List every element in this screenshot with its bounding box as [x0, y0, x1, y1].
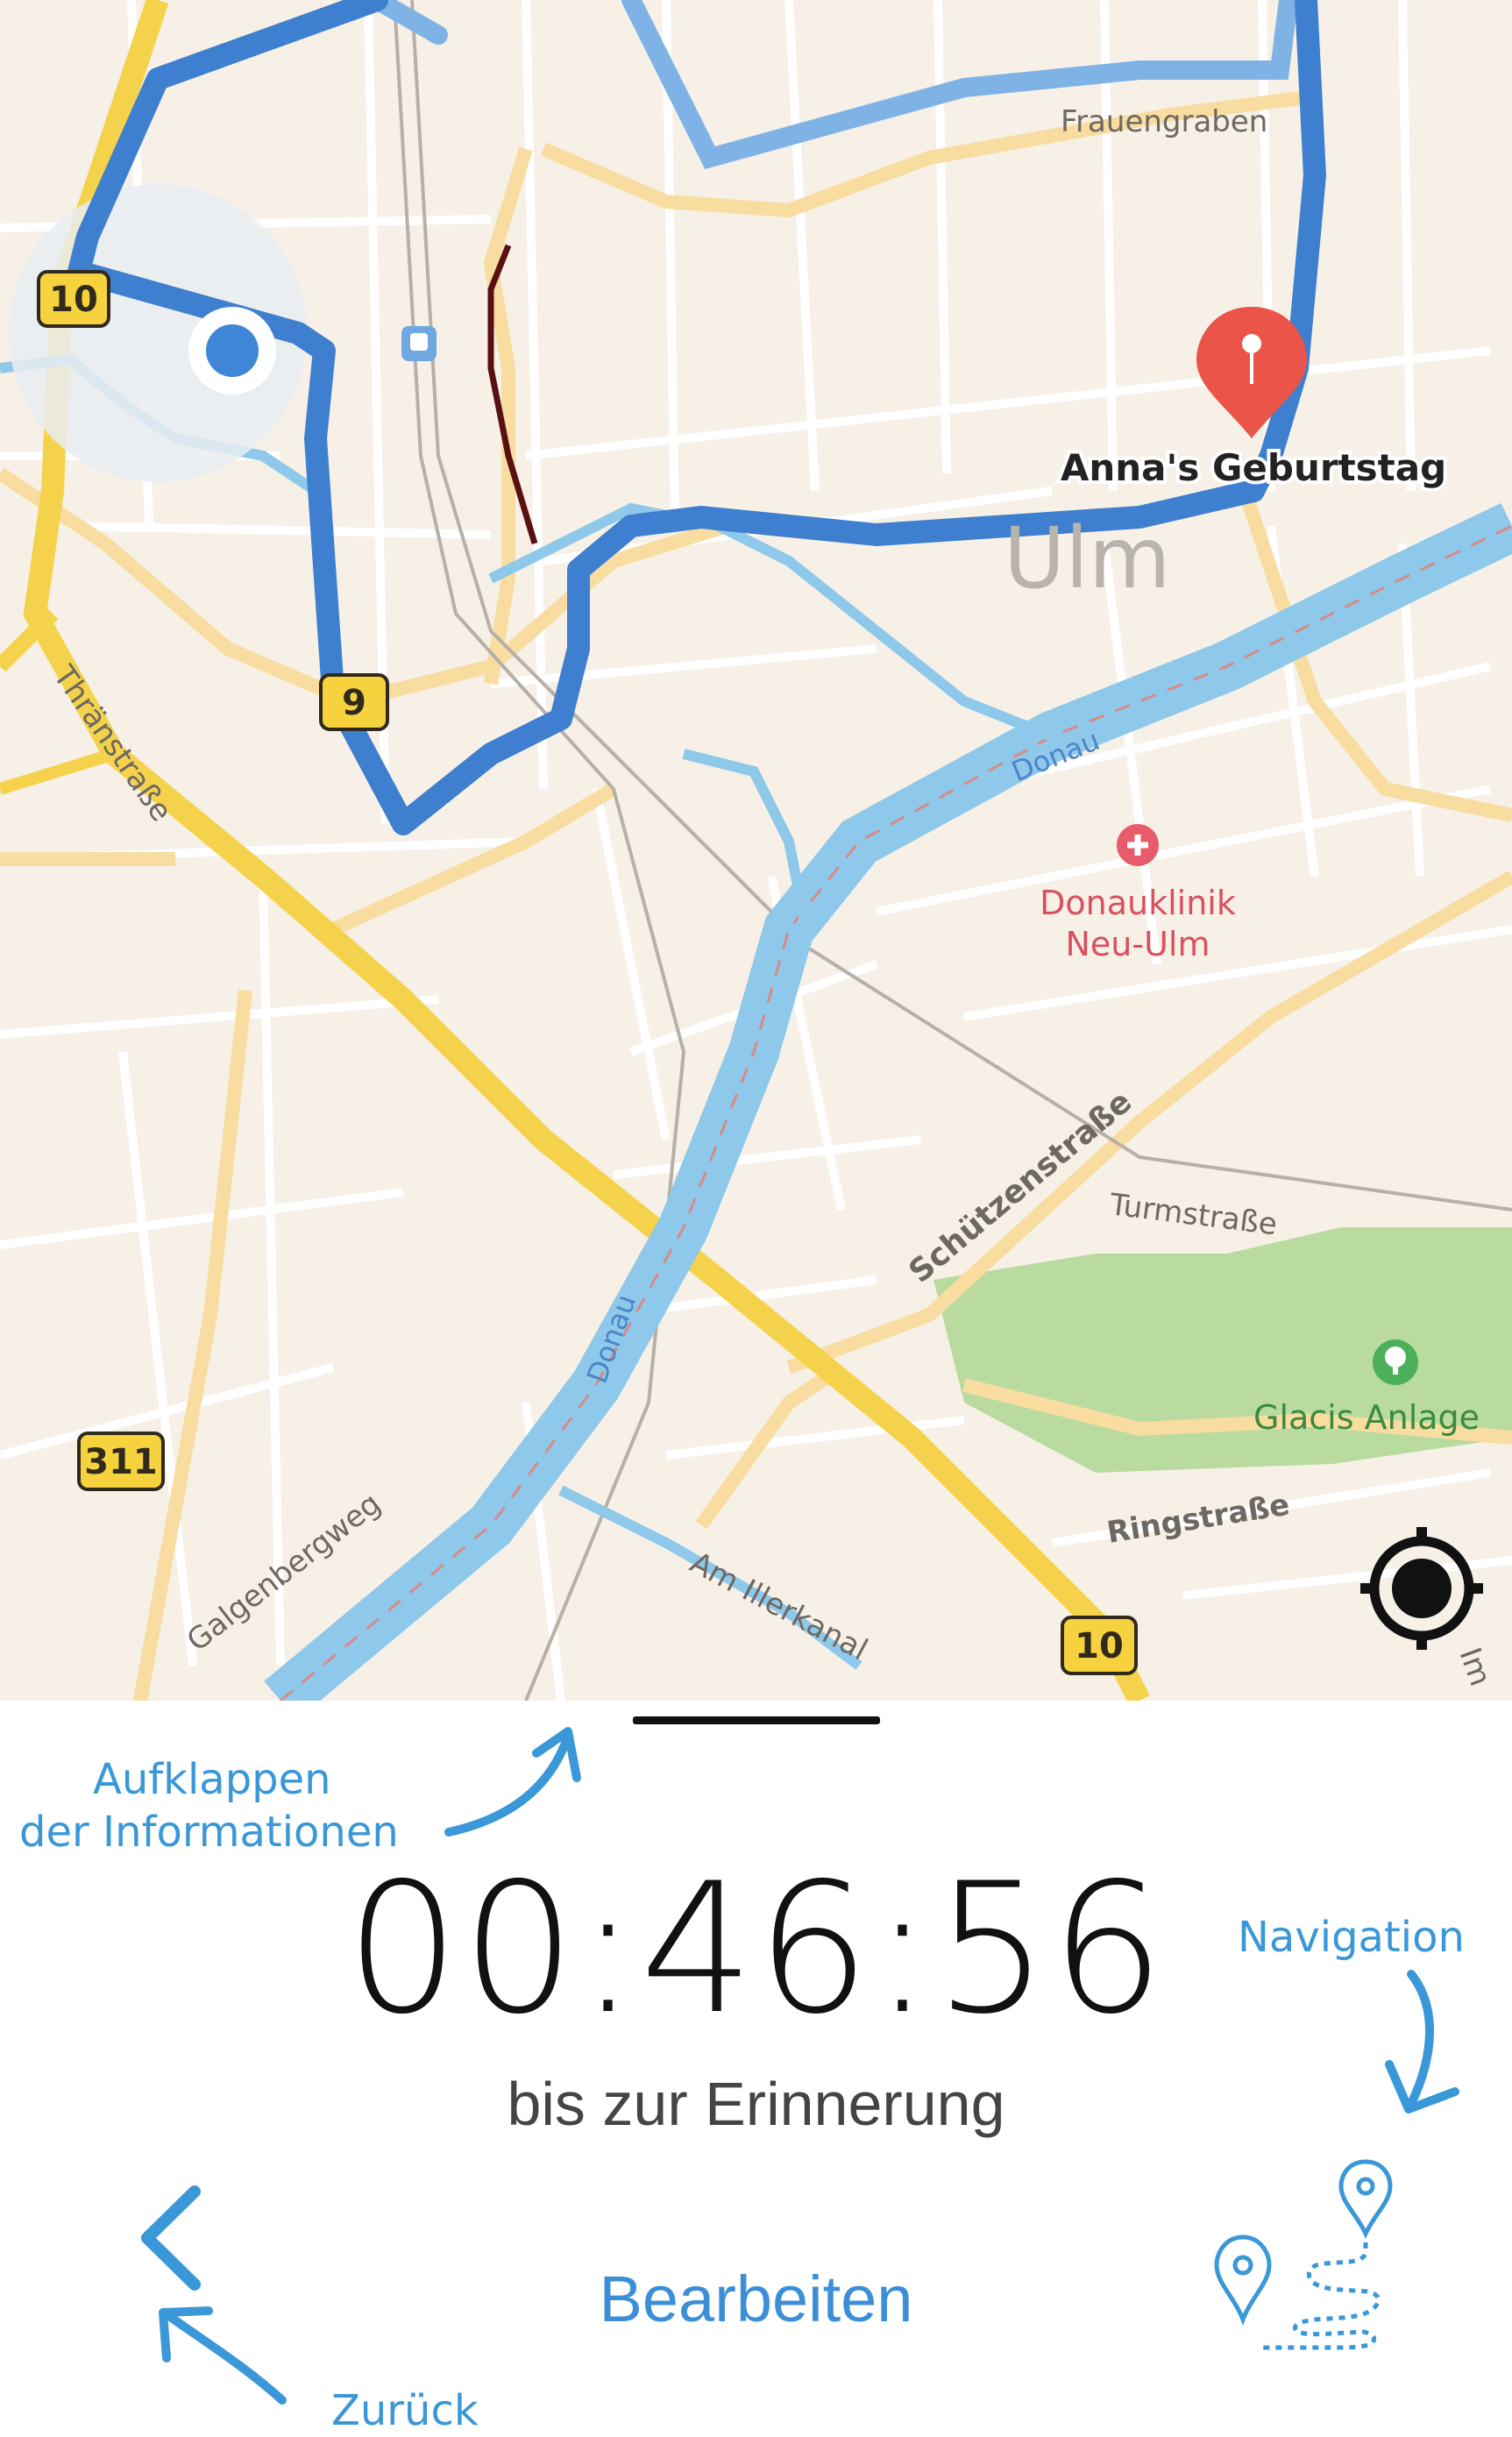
- road-shield-311: 311: [77, 1432, 165, 1491]
- road-shield-10-bottom: 10: [1061, 1616, 1138, 1675]
- poi-park-label: Glacis Anlage: [1253, 1398, 1480, 1437]
- svg-text:311: 311: [84, 1442, 158, 1482]
- edit-button[interactable]: Bearbeiten: [526, 2262, 986, 2336]
- map-canvas[interactable]: 10 9 311 10 Frauengraben Thränstraße Sch…: [0, 0, 1512, 1701]
- svg-text:10: 10: [1075, 1626, 1124, 1666]
- street-label-frauengraben: Frauengraben: [1061, 104, 1267, 139]
- street-label-edge: Im: [1452, 1643, 1498, 1690]
- navigation-route-icon[interactable]: [1201, 2148, 1402, 2350]
- street-label-thraenstrasse: Thränstraße: [46, 658, 179, 828]
- street-label-am-illerkanal: Am Illerkanal: [685, 1545, 873, 1668]
- svg-text:10: 10: [49, 280, 98, 320]
- countdown-label: bis zur Erinnerung: [507, 2070, 1005, 2138]
- countdown-timer: 00:46:56: [345, 1845, 1167, 2054]
- back-chevron-icon[interactable]: [123, 2174, 219, 2314]
- map-view[interactable]: 10 9 311 10 Frauengraben Thränstraße Sch…: [0, 0, 1512, 1701]
- train-station-icon[interactable]: [401, 326, 437, 361]
- user-location-icon: [188, 307, 276, 394]
- annotation-navigation: Navigation: [1238, 1913, 1465, 1962]
- city-label: Ulm: [1004, 509, 1170, 607]
- svg-text:9: 9: [342, 683, 366, 723]
- recenter-location-icon[interactable]: [1360, 1527, 1483, 1650]
- road-shield-10-top: 10: [37, 270, 110, 328]
- poi-hospital-line1: Donauklinik: [1040, 884, 1236, 922]
- annotation-expand-line1: Aufklappen: [93, 1755, 331, 1804]
- sheet-drag-handle[interactable]: [633, 1716, 880, 1724]
- street-label-turmstrasse: Turmstraße: [1107, 1187, 1279, 1242]
- road-shield-9: 9: [319, 673, 389, 731]
- annotation-back: Zurück: [331, 2386, 479, 2435]
- destination-label: Anna's Geburtstag: [1061, 446, 1446, 489]
- hospital-icon[interactable]: [1117, 824, 1159, 866]
- annotation-expand-line2: der Informationen: [19, 1808, 399, 1857]
- street-label-ringstrasse: Ringstraße: [1104, 1488, 1292, 1551]
- poi-hospital-line2: Neu-Ulm: [1066, 925, 1210, 963]
- park-icon[interactable]: [1373, 1339, 1418, 1385]
